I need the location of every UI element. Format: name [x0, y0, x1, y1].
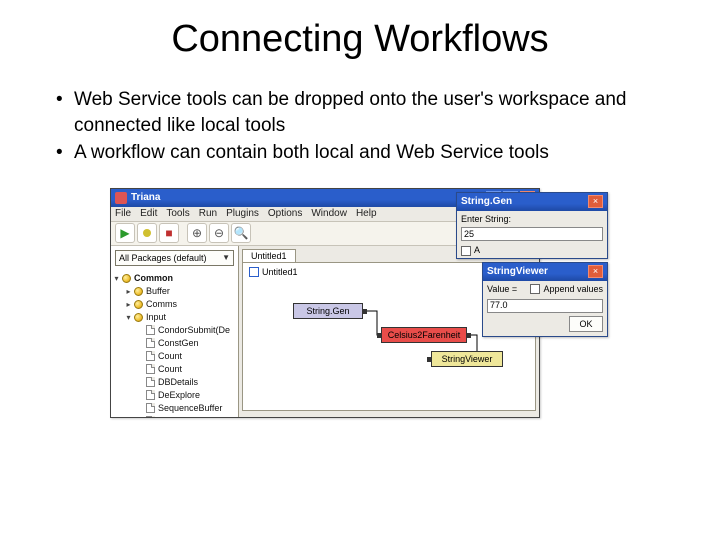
bullet-dot: •: [56, 140, 74, 166]
workflow-node-viewer[interactable]: StringViewer: [431, 351, 503, 367]
checkbox[interactable]: [461, 246, 471, 256]
output-port[interactable]: [362, 309, 367, 314]
dialog-title: StringViewer: [487, 266, 586, 277]
tree-item[interactable]: SequenceBuffer: [158, 403, 222, 413]
folder-icon: [122, 274, 131, 283]
bullet-dot: •: [56, 87, 74, 138]
canvas-title: Untitled1: [249, 267, 298, 277]
tool-icon: [146, 364, 155, 374]
node-label: StringViewer: [442, 354, 493, 364]
tool-icon: [146, 351, 155, 361]
checkbox-row[interactable]: A: [457, 243, 607, 258]
bullet-item: • Web Service tools can be dropped onto …: [56, 87, 680, 138]
tree-folder[interactable]: Buffer: [146, 286, 170, 296]
tree-item[interactable]: DeExplore: [158, 390, 200, 400]
stringgen-dialog: String.Gen × Enter String: A: [456, 192, 608, 259]
zoom-in-button[interactable]: ⊕: [187, 223, 207, 243]
tool-icon: [146, 338, 155, 348]
bullet-list: • Web Service tools can be dropped onto …: [56, 87, 680, 166]
menu-options[interactable]: Options: [268, 208, 302, 219]
field-label: Enter String:: [457, 211, 607, 225]
menu-window[interactable]: Window: [311, 208, 347, 219]
dialog-titlebar: StringViewer ×: [483, 263, 607, 281]
canvas-title-text: Untitled1: [262, 267, 298, 277]
dialog-title: String.Gen: [461, 196, 586, 207]
workspace-tab[interactable]: Untitled1: [242, 249, 296, 262]
node-label: Celsius2Farenheit: [388, 330, 461, 340]
menu-run[interactable]: Run: [199, 208, 217, 219]
chevron-down-icon: ▼: [222, 253, 230, 262]
tree-item[interactable]: DBDetails: [158, 377, 198, 387]
close-button[interactable]: ×: [588, 195, 603, 208]
bullet-text: A workflow can contain both local and We…: [74, 140, 680, 166]
tree-item[interactable]: Count: [158, 364, 182, 374]
string-input[interactable]: [461, 227, 603, 241]
folder-icon: [134, 300, 143, 309]
tool-icon: [146, 403, 155, 413]
node-label: String.Gen: [306, 306, 349, 316]
append-checkbox[interactable]: [530, 284, 540, 294]
app-icon: [115, 192, 127, 204]
checkbox-label: A: [474, 245, 480, 255]
input-port[interactable]: [377, 333, 382, 338]
menu-edit[interactable]: Edit: [140, 208, 157, 219]
menu-tools[interactable]: Tools: [166, 208, 189, 219]
tree-item[interactable]: Count: [158, 351, 182, 361]
folder-icon: [134, 287, 143, 296]
output-port[interactable]: [466, 333, 471, 338]
play-button[interactable]: ▶: [115, 223, 135, 243]
dialog-titlebar: String.Gen ×: [457, 193, 607, 211]
package-selector-label: All Packages (default): [119, 253, 207, 263]
tree-folder[interactable]: Input: [146, 312, 166, 322]
tree-item[interactable]: CondorSubmit(De: [158, 325, 230, 335]
canvas-icon: [249, 267, 259, 277]
menu-help[interactable]: Help: [356, 208, 377, 219]
pause-button[interactable]: [137, 223, 157, 243]
folder-icon: [134, 313, 143, 322]
tree-root: Common: [134, 273, 173, 283]
tree-item[interactable]: StringGen: [158, 416, 199, 417]
package-selector[interactable]: All Packages (default) ▼: [115, 250, 234, 266]
tree-item[interactable]: ConstGen: [158, 338, 199, 348]
window-title: Triana: [131, 192, 484, 203]
sidebar: All Packages (default) ▼ ▾Common ▸Buffer…: [111, 246, 239, 417]
append-label: Append values: [543, 284, 603, 294]
tool-icon: [146, 325, 155, 335]
bullet-text: Web Service tools can be dropped onto th…: [74, 87, 680, 138]
tool-icon: [146, 377, 155, 387]
ok-button[interactable]: OK: [569, 316, 603, 332]
workflow-node-celsius[interactable]: Celsius2Farenheit: [381, 327, 467, 343]
menu-plugins[interactable]: Plugins: [226, 208, 259, 219]
close-button[interactable]: ×: [588, 265, 603, 278]
stringviewer-dialog: StringViewer × Value = Append values 77.…: [482, 262, 608, 337]
tool-icon: [146, 416, 155, 417]
menu-file[interactable]: File: [115, 208, 131, 219]
zoom-reset-button[interactable]: 🔍: [231, 223, 251, 243]
input-port[interactable]: [427, 357, 432, 362]
tree-folder[interactable]: Comms: [146, 299, 177, 309]
bullet-item: • A workflow can contain both local and …: [56, 140, 680, 166]
value-label: Value =: [487, 284, 517, 294]
value-output: 77.0: [487, 299, 603, 313]
zoom-out-button[interactable]: ⊖: [209, 223, 229, 243]
screenshot: Triana _ □ × File Edit Tools Run Plugins…: [110, 188, 610, 418]
tool-icon: [146, 390, 155, 400]
tool-tree[interactable]: ▾Common ▸Buffer ▸Comms ▾Input CondorSubm…: [111, 270, 238, 417]
workflow-node-stringgen[interactable]: String.Gen: [293, 303, 363, 319]
slide-title: Connecting Workflows: [40, 18, 680, 61]
stop-button[interactable]: ■: [159, 223, 179, 243]
